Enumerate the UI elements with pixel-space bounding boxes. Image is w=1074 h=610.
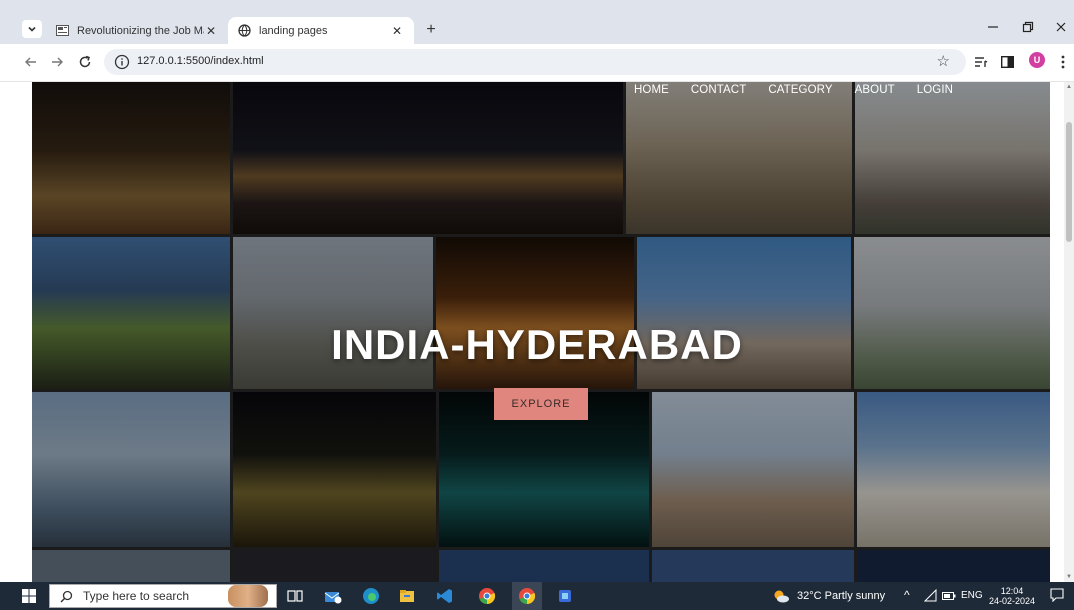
new-tab-button[interactable]: + <box>420 19 442 41</box>
arrow-left-icon <box>25 57 36 67</box>
vscode-icon[interactable] <box>436 587 454 605</box>
restore-button[interactable] <box>1015 14 1041 40</box>
minimize-icon <box>988 26 998 28</box>
search-highlight-icon[interactable] <box>228 585 268 607</box>
close-icon[interactable]: ✕ <box>204 24 218 38</box>
search-placeholder: Type here to search <box>83 589 190 603</box>
notification-icon[interactable] <box>1050 588 1064 602</box>
nav-category[interactable]: CATEGORY <box>768 84 832 96</box>
reload-icon <box>79 55 91 68</box>
tab-search-button[interactable] <box>22 20 42 38</box>
search-icon <box>60 590 73 602</box>
close-icon[interactable]: ✕ <box>390 24 404 38</box>
chevron-up-icon[interactable]: ^ <box>904 588 910 602</box>
mail-icon[interactable] <box>324 587 342 605</box>
scroll-up-icon[interactable]: ▲ <box>1066 84 1072 90</box>
tab-title: Revolutionizing the Job Market <box>77 24 204 37</box>
reload-button[interactable] <box>74 51 96 73</box>
clock-date: 24-02-2024 <box>988 596 1036 606</box>
tab-landing-pages[interactable]: landing pages ✕ <box>228 17 414 44</box>
menu-kebab-icon[interactable] <box>1054 53 1072 71</box>
hero-title: INDIA-HYDERABAD <box>331 321 743 368</box>
scrollbar-thumb[interactable] <box>1066 122 1072 242</box>
task-view-icon[interactable] <box>286 587 304 605</box>
chrome-active-icon[interactable] <box>518 587 536 605</box>
side-panel-icon[interactable] <box>998 53 1016 71</box>
globe-favicon-icon <box>238 24 251 37</box>
weather-text[interactable]: 32°C Partly sunny <box>797 590 885 602</box>
arrow-right-icon <box>52 57 63 67</box>
chevron-down-icon <box>28 26 36 32</box>
app-icon[interactable] <box>556 587 574 605</box>
page-scrollbar[interactable]: ▲ ▼ <box>1064 82 1074 582</box>
network-icon[interactable] <box>924 589 938 603</box>
edge-browser-icon[interactable] <box>362 587 380 605</box>
reading-list-icon[interactable] <box>972 53 990 71</box>
restore-icon <box>1022 21 1034 33</box>
chrome-icon[interactable] <box>478 587 496 605</box>
back-button[interactable] <box>20 51 42 73</box>
bookmark-star-icon[interactable]: ☆ <box>937 52 950 70</box>
file-explorer-icon[interactable] <box>398 587 416 605</box>
nav-login[interactable]: LOGIN <box>917 84 953 96</box>
tab-strip: Revolutionizing the Job Market ✕ landing… <box>0 0 1074 44</box>
news-favicon-icon <box>56 25 69 36</box>
minimize-button[interactable] <box>980 14 1006 40</box>
top-nav: HOME CONTACT CATEGORY ABOUT LOGIN <box>634 84 975 96</box>
browser-toolbar: 127.0.0.1:5500/index.html ☆ <box>0 44 1074 82</box>
forward-button[interactable] <box>46 51 68 73</box>
tab-job-market[interactable]: Revolutionizing the Job Market ✕ <box>46 17 228 44</box>
scroll-down-icon[interactable]: ▼ <box>1066 574 1072 580</box>
battery-icon[interactable] <box>942 590 956 602</box>
url-text: 127.0.0.1:5500/index.html <box>137 55 264 67</box>
address-bar[interactable]: 127.0.0.1:5500/index.html ☆ <box>104 49 966 75</box>
language-indicator[interactable]: ENG <box>961 590 983 601</box>
screen: Revolutionizing the Job Market ✕ landing… <box>0 0 1074 610</box>
tab-title: landing pages <box>259 24 328 37</box>
system-clock[interactable]: 12:04 24-02-2024 <box>987 586 1037 606</box>
nav-about[interactable]: ABOUT <box>855 84 895 96</box>
close-window-button[interactable] <box>1048 14 1074 40</box>
profile-avatar[interactable]: U <box>1029 52 1045 68</box>
page-viewport: HOME CONTACT CATEGORY ABOUT LOGIN INDIA-… <box>0 82 1074 582</box>
close-icon <box>1056 22 1066 32</box>
info-icon[interactable] <box>114 54 130 70</box>
explore-button[interactable]: EXPLORE <box>494 388 588 420</box>
weather-partly-sunny-icon[interactable] <box>772 587 790 605</box>
nav-contact[interactable]: CONTACT <box>691 84 746 96</box>
nav-home[interactable]: HOME <box>634 84 669 96</box>
windows-taskbar: Type here to search 32°C Partly sunny ^ … <box>0 582 1074 610</box>
windows-start-icon[interactable] <box>22 589 36 603</box>
clock-time: 12:04 <box>1000 586 1024 596</box>
